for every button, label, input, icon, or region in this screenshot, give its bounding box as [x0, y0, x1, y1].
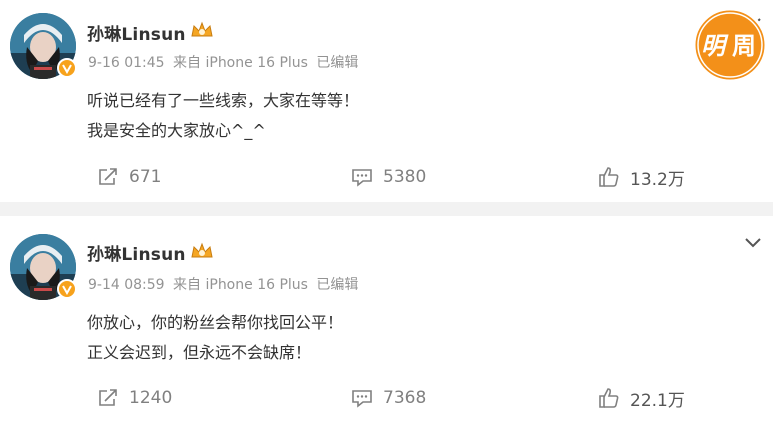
svg-text:周: 周 — [732, 32, 756, 60]
comment-icon — [352, 390, 372, 408]
thumbs-up-icon — [599, 167, 619, 187]
post-source: 来自 iPhone 16 Plus — [173, 55, 308, 71]
crown-icon[interactable] — [190, 20, 214, 40]
repost-count: 671 — [129, 167, 162, 187]
edited-label[interactable]: 已编辑 — [316, 55, 358, 71]
post-actions: 671 5380 13.2万 — [0, 162, 773, 192]
comment-count: 7368 — [383, 388, 427, 408]
verified-badge-icon — [57, 58, 77, 78]
like-count: 22.1万 — [630, 390, 685, 411]
post-date[interactable]: 9-14 08:59 — [88, 277, 165, 293]
post-source: 来自 iPhone 16 Plus — [173, 277, 308, 293]
comment-icon — [352, 169, 372, 187]
post-card: 孙琳Linsun 9-14 08:59 来自 iPhone 16 Plus 已编… — [0, 216, 773, 421]
chevron-down-icon[interactable] — [744, 237, 762, 249]
post-meta: 9-14 08:59 来自 iPhone 16 Plus 已编辑 — [88, 274, 362, 294]
post-text: 你放心，你的粉丝会帮你找回公平！ 正义会迟到，但永远不会缺席！ — [87, 308, 343, 368]
post-divider — [0, 202, 773, 216]
post-text-line: 听说已经有了一些线索，大家在等等！ — [87, 91, 360, 110]
author-name[interactable]: 孙琳Linsun — [87, 240, 186, 265]
repost-button[interactable]: 1240 — [97, 383, 172, 413]
crown-icon[interactable] — [190, 241, 214, 261]
post-date[interactable]: 9-16 01:45 — [88, 55, 165, 71]
post-actions: 1240 7368 22.1万 — [0, 383, 773, 413]
post-text-line: 我是安全的大家放心^_^ — [87, 121, 266, 140]
edited-label[interactable]: 已编辑 — [316, 277, 358, 293]
like-button[interactable]: 13.2万 — [598, 162, 685, 192]
like-count: 13.2万 — [630, 169, 685, 190]
comment-button[interactable]: 5380 — [351, 162, 426, 192]
comment-button[interactable]: 7368 — [351, 383, 426, 413]
share-icon — [99, 389, 117, 406]
like-button[interactable]: 22.1万 — [598, 383, 685, 413]
thumbs-up-icon — [599, 388, 619, 408]
comment-count: 5380 — [383, 167, 427, 187]
post-text-line: 正义会迟到，但永远不会缺席！ — [87, 343, 312, 362]
post-meta: 9-16 01:45 来自 iPhone 16 Plus 已编辑 — [88, 52, 362, 72]
post-text-line: 你放心，你的粉丝会帮你找回公平！ — [87, 313, 344, 332]
verified-badge-icon — [57, 279, 77, 299]
svg-text:明: 明 — [701, 32, 729, 60]
repost-count: 1240 — [129, 388, 173, 408]
author-name[interactable]: 孙琳Linsun — [87, 20, 186, 45]
share-icon — [99, 168, 117, 185]
brand-logo: 明 周 — [692, 7, 768, 83]
repost-button[interactable]: 671 — [97, 162, 161, 192]
post-card: 孙琳Linsun 9-16 01:45 来自 iPhone 16 Plus 已编… — [0, 0, 773, 202]
post-text: 听说已经有了一些线索，大家在等等！ 我是安全的大家放心^_^ — [87, 86, 359, 146]
